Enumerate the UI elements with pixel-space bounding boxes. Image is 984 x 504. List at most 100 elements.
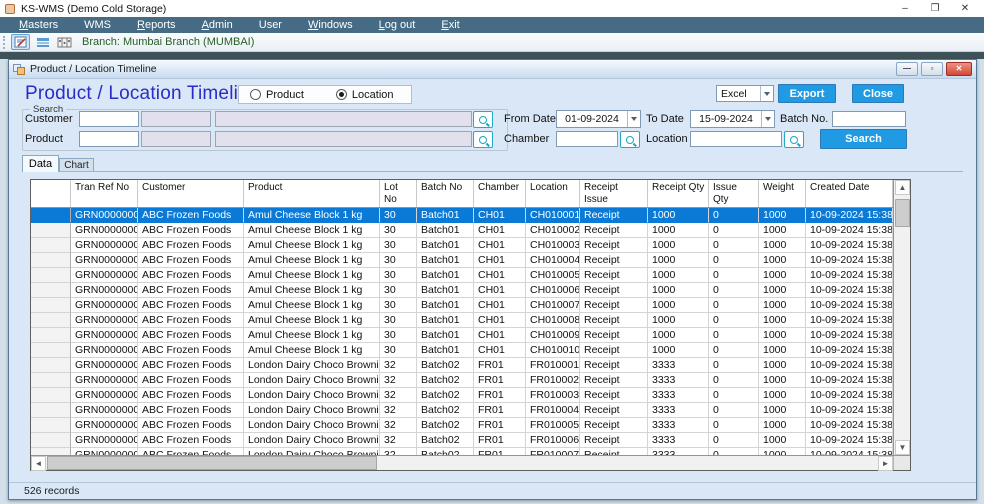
grid-row-header[interactable]: [31, 283, 71, 298]
grid-column-header[interactable]: Weight: [759, 180, 806, 207]
grid-cell[interactable]: 1000: [759, 418, 806, 433]
grid-cell[interactable]: CH010004: [526, 253, 580, 268]
grid-cell[interactable]: 1000: [648, 298, 709, 313]
grid-cell[interactable]: CH010007: [526, 298, 580, 313]
grid-cell[interactable]: 10-09-2024 15:38: [806, 403, 893, 418]
product-search-button[interactable]: [473, 131, 493, 148]
grid-cell[interactable]: Batch02: [417, 373, 474, 388]
grid-cell[interactable]: Receipt: [580, 418, 648, 433]
close-form-button[interactable]: Close: [852, 84, 904, 103]
grid-cell[interactable]: Amul Cheese Block 1 kg: [244, 283, 380, 298]
grid-cell[interactable]: CH01: [474, 208, 526, 223]
grid-cell[interactable]: Batch01: [417, 328, 474, 343]
grid-cell[interactable]: ABC Frozen Foods: [138, 298, 244, 313]
grid-cell[interactable]: 10-09-2024 15:38: [806, 343, 893, 358]
grid-cell[interactable]: Receipt: [580, 433, 648, 448]
grid-row-header[interactable]: [31, 238, 71, 253]
grid-cell[interactable]: 1000: [648, 238, 709, 253]
grid-cell[interactable]: GRN00000001: [71, 418, 138, 433]
grid-cell[interactable]: 0: [709, 208, 759, 223]
child-maximize-button[interactable]: ▫: [921, 62, 943, 76]
grid-cell[interactable]: 3333: [648, 388, 709, 403]
grid-cell[interactable]: 10-09-2024 15:38: [806, 388, 893, 403]
grid-cell[interactable]: 10-09-2024 15:38: [806, 298, 893, 313]
grid-cell[interactable]: 10-09-2024 15:38: [806, 253, 893, 268]
minimize-button[interactable]: –: [890, 0, 920, 17]
grid-cell[interactable]: Receipt: [580, 328, 648, 343]
grid-cell[interactable]: Batch01: [417, 253, 474, 268]
grid-cell[interactable]: 30: [380, 283, 417, 298]
vertical-scroll-thumb[interactable]: [895, 199, 910, 227]
grid-cell[interactable]: 30: [380, 328, 417, 343]
grid-row-header[interactable]: [31, 373, 71, 388]
grid-row-header[interactable]: [31, 433, 71, 448]
grid-cell[interactable]: FR01: [474, 418, 526, 433]
grid-cell[interactable]: GRN00000001: [71, 223, 138, 238]
grid-cell[interactable]: Batch01: [417, 238, 474, 253]
grid-cell[interactable]: Batch01: [417, 313, 474, 328]
grid-cell[interactable]: Amul Cheese Block 1 kg: [244, 208, 380, 223]
grid-cell[interactable]: Receipt: [580, 343, 648, 358]
grid-cell[interactable]: 10-09-2024 15:38: [806, 268, 893, 283]
grid-cell[interactable]: ABC Frozen Foods: [138, 448, 244, 455]
grid-cell[interactable]: 30: [380, 223, 417, 238]
grid-cell[interactable]: FR010001: [526, 358, 580, 373]
grid-cell[interactable]: 30: [380, 298, 417, 313]
grid-row[interactable]: GRN00000001ABC Frozen FoodsAmul Cheese B…: [31, 313, 893, 328]
chevron-down-icon[interactable]: [627, 111, 640, 127]
grid-cell[interactable]: 32: [380, 358, 417, 373]
grid-cell[interactable]: ABC Frozen Foods: [138, 358, 244, 373]
grid-cell[interactable]: 30: [380, 343, 417, 358]
grid-cell[interactable]: Batch02: [417, 448, 474, 455]
radio-product[interactable]: Product: [250, 89, 304, 101]
grid-cell[interactable]: GRN00000001: [71, 388, 138, 403]
grid-row[interactable]: GRN00000001ABC Frozen FoodsLondon Dairy …: [31, 418, 893, 433]
grid-row[interactable]: GRN00000001ABC Frozen FoodsAmul Cheese B…: [31, 298, 893, 313]
grid-cell[interactable]: FR01: [474, 448, 526, 455]
grid-column-header[interactable]: Issue Qty: [709, 180, 759, 207]
grid-cell[interactable]: 32: [380, 433, 417, 448]
grid-cell[interactable]: 1000: [759, 343, 806, 358]
grid-cell[interactable]: Receipt: [580, 223, 648, 238]
grid-cell[interactable]: 10-09-2024 15:38: [806, 313, 893, 328]
grid-cell[interactable]: FR010005: [526, 418, 580, 433]
grid-cell[interactable]: Receipt: [580, 283, 648, 298]
location-search-button[interactable]: [784, 131, 804, 148]
grid-cell[interactable]: Receipt: [580, 313, 648, 328]
grid-cell[interactable]: CH010008: [526, 313, 580, 328]
grid-cell[interactable]: Amul Cheese Block 1 kg: [244, 313, 380, 328]
grid-cell[interactable]: CH010009: [526, 328, 580, 343]
grid-column-header[interactable]: Created Date: [806, 180, 893, 207]
grid-cell[interactable]: Batch02: [417, 433, 474, 448]
grid-column-header[interactable]: Tran Ref No: [71, 180, 138, 207]
grid-cell[interactable]: CH010010: [526, 343, 580, 358]
tab-data[interactable]: Data: [22, 155, 59, 172]
grid-cell[interactable]: ABC Frozen Foods: [138, 223, 244, 238]
grid-cell[interactable]: 1000: [759, 433, 806, 448]
grid-cell[interactable]: 0: [709, 418, 759, 433]
tab-chart[interactable]: Chart: [59, 158, 94, 172]
grid-cell[interactable]: GRN00000001: [71, 358, 138, 373]
grid-row-header[interactable]: [31, 448, 71, 455]
grid-cell[interactable]: CH010001: [526, 208, 580, 223]
scroll-down-icon[interactable]: ▼: [895, 440, 910, 455]
grid-cell[interactable]: 0: [709, 223, 759, 238]
grid-cell[interactable]: 0: [709, 388, 759, 403]
grid-cell[interactable]: London Dairy Choco Brownie 500 ml: [244, 358, 380, 373]
grid-cell[interactable]: 10-09-2024 15:38: [806, 358, 893, 373]
grid-row[interactable]: GRN00000001ABC Frozen FoodsAmul Cheese B…: [31, 268, 893, 283]
grid-cell[interactable]: 0: [709, 253, 759, 268]
grid-cell[interactable]: CH01: [474, 328, 526, 343]
menu-item-reports[interactable]: Reports: [124, 17, 189, 33]
grid-cell[interactable]: 30: [380, 208, 417, 223]
menu-item-log-out[interactable]: Log out: [366, 17, 429, 33]
grid-row[interactable]: GRN00000001ABC Frozen FoodsLondon Dairy …: [31, 373, 893, 388]
child-close-button[interactable]: ✕: [946, 62, 972, 76]
grid-cell[interactable]: CH010005: [526, 268, 580, 283]
grid-cell[interactable]: 10-09-2024 15:38: [806, 238, 893, 253]
grid-cell[interactable]: 0: [709, 268, 759, 283]
grid-cell[interactable]: 0: [709, 313, 759, 328]
radio-location-circle[interactable]: [336, 89, 347, 100]
vertical-scrollbar[interactable]: ▲ ▼: [893, 180, 910, 455]
grid-cell[interactable]: CH01: [474, 223, 526, 238]
